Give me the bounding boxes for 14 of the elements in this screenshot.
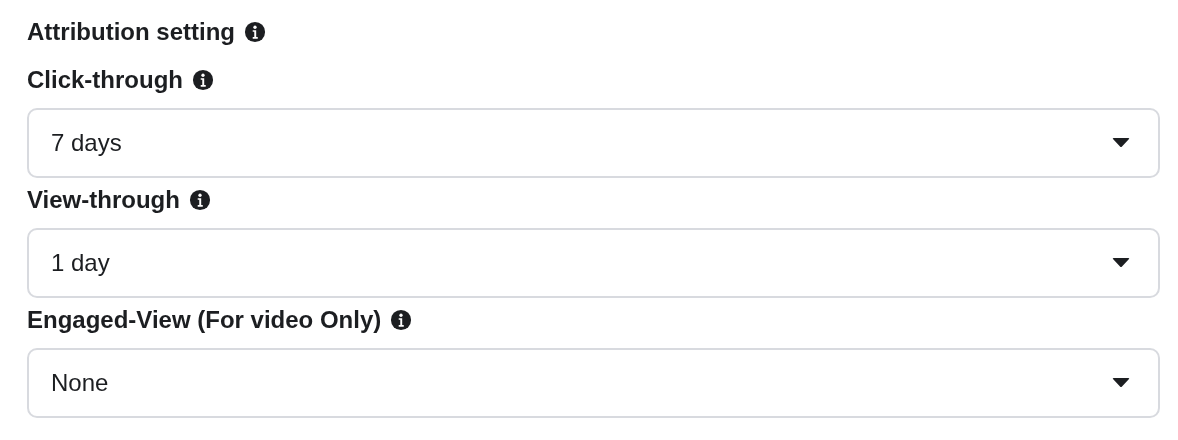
info-icon[interactable] [192,69,214,91]
dropdown[interactable]: 7 days [27,108,1160,178]
info-icon[interactable] [390,309,413,331]
caret-icon [1112,378,1130,388]
info-icon[interactable] [243,21,266,43]
caret-icon [1112,258,1130,268]
caret-icon [1112,138,1130,148]
section-title: Attribution setting [27,18,235,46]
field-label: Engaged-View (For video Only) [27,306,382,334]
field-label: Click-through [27,66,183,94]
info-icon[interactable] [188,189,211,211]
dropdown[interactable]: None [27,348,1160,418]
field-label: View-through [27,186,180,214]
dropdown[interactable]: 1 day [27,228,1160,298]
